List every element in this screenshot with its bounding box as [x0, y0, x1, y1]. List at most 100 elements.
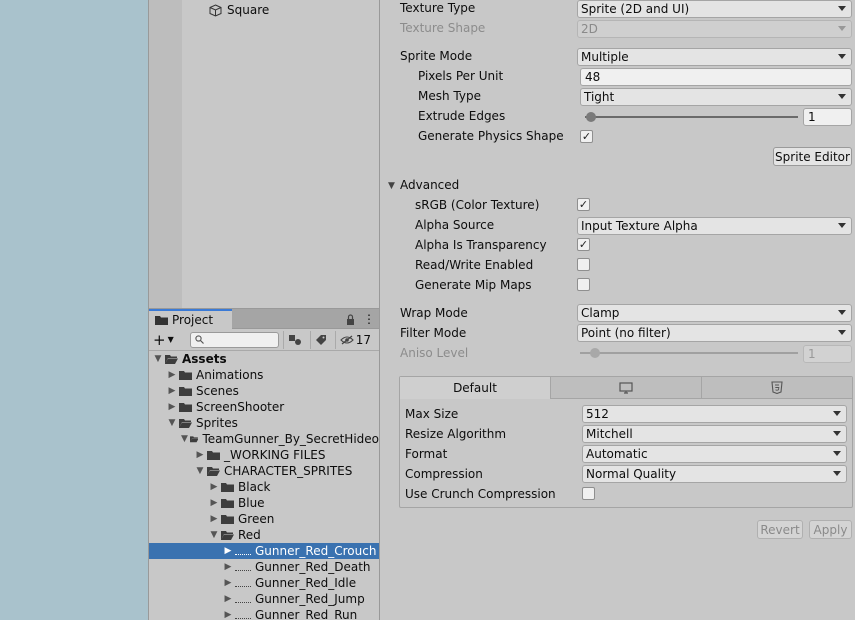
tree-item-folder[interactable]: ▶ Animations [149, 367, 379, 383]
expand-arrow-closed-icon[interactable]: ▶ [167, 370, 177, 380]
read-write-checkbox[interactable] [577, 258, 590, 271]
extrude-edges-slider-knob[interactable] [586, 112, 597, 122]
monitor-icon [619, 381, 633, 394]
hidden-packages-button[interactable]: 17 [334, 330, 375, 349]
sprite-mode-label: Sprite Mode [400, 49, 473, 63]
hidden-count: 17 [355, 332, 371, 347]
project-panel: Project ⋮ + ▼ 17 ▼ Assets ▶ Animations ▶ Scen… [148, 308, 380, 620]
plus-icon: + [153, 330, 166, 349]
revert-button[interactable]: Revert [757, 520, 803, 539]
wrap-mode-label: Wrap Mode [400, 306, 468, 320]
compression-dropdown[interactable]: Normal Quality [582, 465, 847, 483]
expand-arrow-open-icon[interactable]: ▼ [195, 466, 205, 476]
tree-item-label: _WORKING FILES [224, 448, 326, 462]
chevron-down-icon [838, 26, 846, 31]
chevron-down-icon: ▼ [167, 335, 174, 344]
expand-arrow-open-icon[interactable]: ▼ [153, 354, 163, 364]
foldout-arrow-icon[interactable]: ▼ [388, 181, 395, 191]
mipmaps-checkbox[interactable] [577, 278, 590, 291]
tree-item-folder[interactable]: ▼ TeamGunner_By_SecretHideo [149, 431, 379, 447]
expand-arrow-open-icon[interactable]: ▼ [181, 434, 188, 444]
extrude-edges-label: Extrude Edges [418, 109, 506, 123]
expand-arrow-open-icon[interactable]: ▼ [167, 418, 177, 428]
srgb-checkbox[interactable]: ✓ [577, 198, 590, 211]
tree-item-folder[interactable]: ▼ CHARACTER_SPRITES [149, 463, 379, 479]
create-button[interactable]: + ▼ [153, 331, 184, 349]
filter-mode-dropdown[interactable]: Point (no filter) [577, 324, 852, 342]
format-value: Automatic [586, 447, 648, 461]
chevron-down-icon [833, 451, 841, 456]
tree-item-folder[interactable]: ▶ Blue [149, 495, 379, 511]
extrude-edges-slider[interactable] [585, 116, 798, 118]
extrude-edges-field[interactable]: 1 [803, 108, 852, 126]
expand-arrow-closed-icon[interactable]: ▶ [195, 450, 205, 460]
expand-arrow-closed-icon[interactable]: ▶ [209, 514, 219, 524]
max-size-dropdown[interactable]: 512 [582, 405, 847, 423]
folder-open-icon [179, 419, 192, 428]
tab-project[interactable]: Project [149, 309, 232, 329]
pixels-per-unit-label: Pixels Per Unit [418, 69, 504, 83]
expand-arrow-closed-icon[interactable]: ▶ [209, 498, 219, 508]
tree-item-sprite[interactable]: ▶ Gunner_Red_Death [149, 559, 379, 575]
tab-platform-webgl[interactable] [701, 377, 852, 399]
aniso-level-label: Aniso Level [400, 346, 469, 360]
scene-view[interactable] [0, 0, 148, 620]
apply-button[interactable]: Apply [809, 520, 852, 539]
expand-arrow-closed-icon[interactable]: ▶ [209, 482, 219, 492]
tab-platform-standalone[interactable] [550, 377, 701, 399]
expand-arrow-closed-icon[interactable]: ▶ [167, 402, 177, 412]
expand-arrow-closed-icon[interactable]: ▶ [167, 386, 177, 396]
compression-label: Compression [405, 467, 483, 481]
pixels-per-unit-field[interactable]: 48 [580, 68, 852, 86]
sprite-editor-button[interactable]: Sprite Editor [773, 147, 852, 166]
kebab-menu-icon[interactable]: ⋮ [363, 313, 375, 325]
wrap-mode-dropdown[interactable]: Clamp [577, 304, 852, 322]
tree-item-folder[interactable]: ▼ Sprites [149, 415, 379, 431]
tree-item-folder[interactable]: ▶ _WORKING FILES [149, 447, 379, 463]
tree-item-sprite[interactable]: ▶ Gunner_Red_Jump [149, 591, 379, 607]
html5-icon [771, 381, 783, 394]
folder-open-icon [165, 355, 178, 364]
expand-arrow-open-icon[interactable]: ▼ [209, 530, 219, 540]
folder-open-icon [221, 531, 234, 540]
tree-item-folder[interactable]: ▼ Red [149, 527, 379, 543]
expand-arrow-closed-icon[interactable]: ▶ [223, 594, 233, 604]
tree-item-folder[interactable]: ▼ Assets [149, 351, 379, 367]
compression-value: Normal Quality [586, 467, 677, 481]
expand-arrow-closed-icon[interactable]: ▶ [223, 578, 233, 588]
hierarchy-item-square[interactable]: Square [209, 2, 269, 18]
resize-algorithm-value: Mitchell [586, 427, 633, 441]
chevron-down-icon [838, 223, 846, 228]
generate-physics-checkbox[interactable]: ✓ [580, 130, 593, 143]
tree-item-label: Black [238, 480, 271, 494]
tree-item-folder[interactable]: ▶ ScreenShooter [149, 399, 379, 415]
tree-item-sprite[interactable]: ▶ Gunner_Red_Crouch [149, 543, 379, 559]
tree-item-folder[interactable]: ▶ Green [149, 511, 379, 527]
tree-item-sprite[interactable]: ▶ Gunner_Red_Run [149, 607, 379, 620]
tree-item-sprite[interactable]: ▶ Gunner_Red_Idle [149, 575, 379, 591]
search-input[interactable] [190, 331, 279, 348]
mesh-type-dropdown[interactable]: Tight [580, 88, 852, 106]
format-dropdown[interactable]: Automatic [582, 445, 847, 463]
tree-item-folder[interactable]: ▶ Scenes [149, 383, 379, 399]
texture-shape-value: 2D [581, 22, 598, 36]
expand-arrow-closed-icon[interactable]: ▶ [223, 546, 233, 556]
expand-arrow-closed-icon[interactable]: ▶ [223, 562, 233, 572]
alpha-source-dropdown[interactable]: Input Texture Alpha [577, 217, 852, 235]
texture-shape-dropdown: 2D [577, 20, 852, 38]
resize-algorithm-dropdown[interactable]: Mitchell [582, 425, 847, 443]
crunch-compression-checkbox[interactable] [582, 487, 595, 500]
tab-platform-default[interactable]: Default [400, 377, 550, 399]
search-by-type-button[interactable] [282, 330, 306, 349]
generate-physics-label: Generate Physics Shape [418, 129, 564, 143]
search-by-label-button[interactable] [309, 330, 331, 349]
alpha-transparency-checkbox[interactable]: ✓ [577, 238, 590, 251]
advanced-foldout-label[interactable]: Advanced [400, 178, 459, 192]
texture-type-dropdown[interactable]: Sprite (2D and UI) [577, 0, 852, 18]
expand-arrow-closed-icon[interactable]: ▶ [223, 610, 233, 620]
lock-icon[interactable] [346, 313, 355, 325]
tree-item-label: Gunner_Red_Jump [255, 592, 365, 606]
tree-item-folder[interactable]: ▶ Black [149, 479, 379, 495]
srgb-label: sRGB (Color Texture) [415, 198, 540, 212]
sprite-mode-dropdown[interactable]: Multiple [577, 48, 852, 66]
